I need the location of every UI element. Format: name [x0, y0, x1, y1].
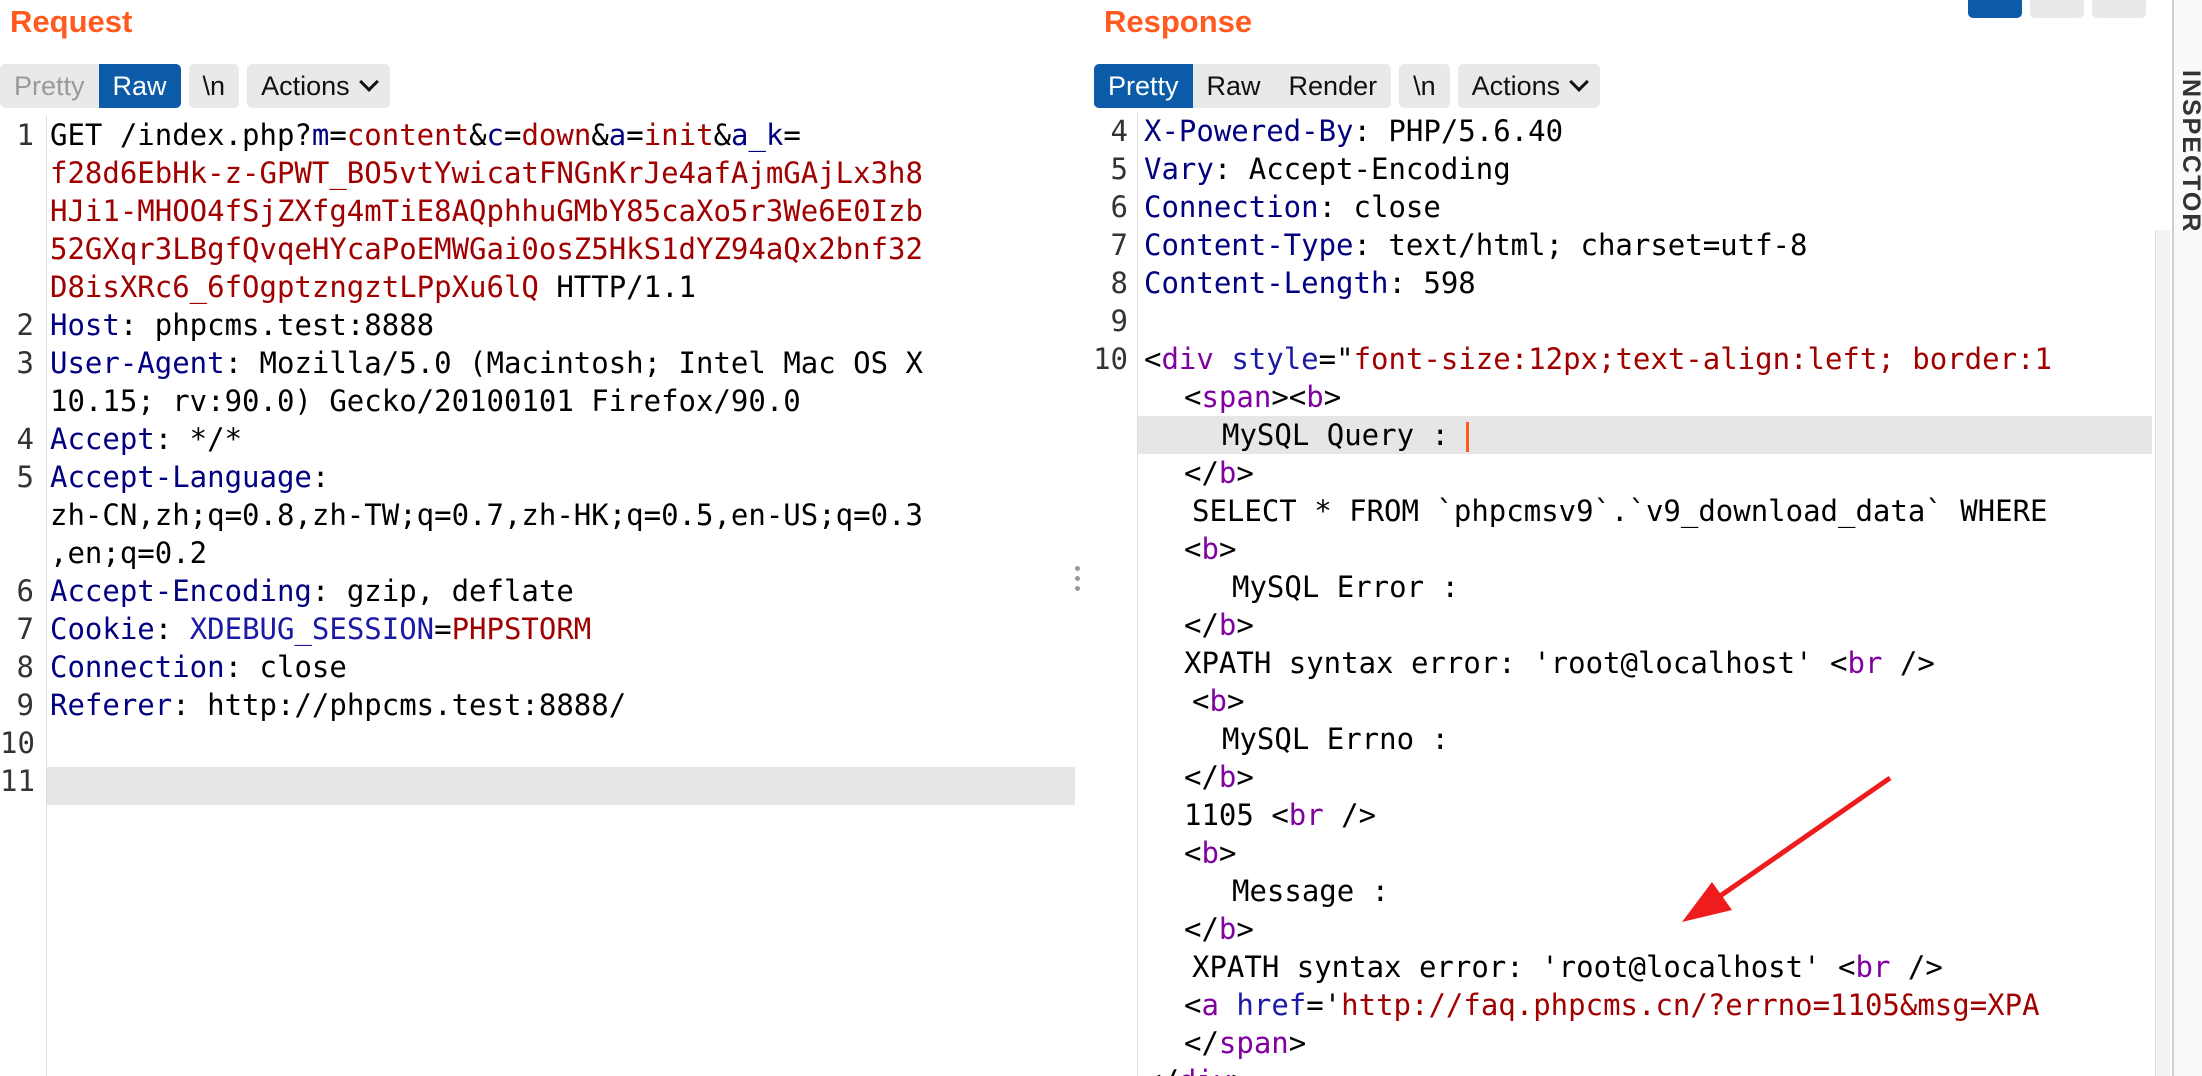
- request-line-wrap: 52GXqr3LBgfQvqeHYcaPoEMWGai0osZ5HkS1dYZ9…: [50, 232, 923, 266]
- line-number: 4: [16, 422, 34, 456]
- header-accept-language-wrap: ,en;q=0.2: [50, 536, 208, 570]
- chevron-down-icon: [1569, 72, 1590, 92]
- response-body-line: <div style="font-size:12px;text-align:le…: [1144, 342, 2052, 376]
- response-view-group: Pretty Raw Render: [1094, 64, 1392, 108]
- line-number: 8: [1110, 266, 1128, 300]
- header-host: Host: phpcms.test:8888: [50, 308, 435, 342]
- response-header: Vary: Accept-Encoding: [1144, 152, 1511, 186]
- request-pretty-button[interactable]: Pretty: [0, 64, 99, 108]
- response-editor[interactable]: 4 5 6 7 8 9 10 X-Powered-By: PHP/5.6.40 …: [1088, 112, 2152, 1076]
- response-body-line: <b>: [1184, 532, 1237, 566]
- layout-top-bottom-button[interactable]: [2030, 0, 2084, 18]
- response-pretty-button[interactable]: Pretty: [1094, 64, 1193, 108]
- response-raw-button[interactable]: Raw: [1192, 64, 1275, 108]
- response-body-line: XPATH syntax error: 'root@localhost' <br…: [1184, 646, 1935, 680]
- response-toolbar: Pretty Raw Render \n Actions: [1094, 64, 1601, 108]
- line-number: 9: [16, 688, 34, 722]
- request-view-group: Pretty Raw: [0, 64, 181, 108]
- request-toolbar: Pretty Raw \n Actions: [0, 64, 390, 108]
- request-line: GET /index.php?m=content&c=down&a=init&a…: [50, 118, 801, 152]
- current-line-highlight: [47, 767, 1075, 805]
- layout-tabs-button[interactable]: [2092, 0, 2146, 18]
- line-number: 4: [1110, 114, 1128, 148]
- line-number: 2: [16, 308, 34, 342]
- header-cookie: Cookie: XDEBUG_SESSION=PHPSTORM: [50, 612, 592, 646]
- response-actions-dropdown[interactable]: Actions: [1457, 64, 1601, 108]
- response-header: Content-Length: 598: [1144, 266, 1476, 300]
- response-title: Response: [1104, 4, 1253, 39]
- response-header: Content-Type: text/html; charset=utf-8: [1144, 228, 1808, 262]
- response-body-line: MySQL Error :: [1232, 570, 1459, 604]
- response-body-line: <a href='http://faq.phpcms.cn/?errno=110…: [1184, 988, 2040, 1022]
- response-header: X-Powered-By: PHP/5.6.40: [1144, 114, 1564, 148]
- response-body-line: MySQL Errno :: [1222, 722, 1449, 756]
- response-body-line: Message :: [1232, 874, 1390, 908]
- response-newline-toggle[interactable]: \n: [1399, 64, 1450, 108]
- header-accept-language-wrap: zh-CN,zh;q=0.8,zh-TW;q=0.7,zh-HK;q=0.5,e…: [50, 498, 923, 532]
- request-actions-label: Actions: [261, 70, 350, 101]
- response-body-line: </span>: [1184, 1026, 1307, 1060]
- response-body-line: </b>: [1184, 608, 1254, 642]
- response-body-line: 1105 <br />: [1184, 798, 1377, 832]
- request-line-wrap: HJi1-MHOO4fSjZXfg4mTiE8AQphhuGMbY85caXo5…: [50, 194, 923, 228]
- line-number: 7: [16, 612, 34, 646]
- line-number: 5: [16, 460, 34, 494]
- response-actions-label: Actions: [1471, 70, 1561, 101]
- line-number: 10: [0, 726, 35, 760]
- annotation-arrow-icon: [1682, 775, 1892, 922]
- line-number: 11: [0, 764, 35, 798]
- line-number: 5: [1110, 152, 1128, 186]
- chevron-down-icon: [358, 72, 379, 92]
- response-body-line: MySQL Query :: [1222, 416, 1470, 454]
- header-referer: Referer: http://phpcms.test:8888/: [50, 688, 627, 722]
- request-newline-toggle[interactable]: \n: [188, 64, 240, 108]
- request-title: Request: [10, 4, 133, 39]
- response-render-button[interactable]: Render: [1274, 64, 1392, 108]
- request-line-wrap: D8isXRc6_6fOgptzngztLPpXu6lQ HTTP/1.1: [50, 270, 697, 304]
- response-body-line: <b>: [1184, 836, 1237, 870]
- line-number: 10: [1093, 342, 1128, 376]
- request-editor[interactable]: 1 2 3 4 5 6 7 8 9 10 11 GET /index.php?m…: [0, 116, 1075, 1076]
- request-actions-dropdown[interactable]: Actions: [247, 64, 390, 108]
- line-number: 8: [16, 650, 34, 684]
- response-body-line: <b>: [1192, 684, 1245, 718]
- response-body-line: XPATH syntax error: 'root@localhost' <br…: [1192, 950, 1943, 984]
- header-connection: Connection: close: [50, 650, 347, 684]
- line-number: 9: [1110, 304, 1128, 338]
- response-body-line: <span><b>: [1184, 380, 1342, 414]
- response-scrollbar[interactable]: [2155, 230, 2170, 1076]
- request-raw-button[interactable]: Raw: [98, 64, 181, 108]
- line-number: 1: [16, 118, 34, 152]
- text-caret: [1466, 422, 1470, 452]
- response-body-line: </b>: [1184, 760, 1254, 794]
- header-accept-encoding: Accept-Encoding: gzip, deflate: [50, 574, 574, 608]
- response-body-line: SELECT * FROM `phpcmsv9`.`v9_download_da…: [1192, 494, 2048, 528]
- layout-side-by-side-button[interactable]: [1968, 0, 2022, 18]
- response-body-line: </b>: [1184, 456, 1254, 490]
- inspector-tab[interactable]: INSPECTOR: [2176, 70, 2202, 233]
- line-number: 7: [1110, 228, 1128, 262]
- header-accept-language: Accept-Language:: [50, 460, 330, 494]
- line-number: 6: [1110, 190, 1128, 224]
- line-number: 6: [16, 574, 34, 608]
- pane-resize-handle[interactable]: [1075, 566, 1081, 596]
- request-line-wrap: f28d6EbHk-z-GPWT_BO5vtYwicatFNGnKrJe4afA…: [50, 156, 923, 190]
- response-body-line: </b>: [1184, 912, 1254, 946]
- line-number: 3: [16, 346, 34, 380]
- response-header: Connection: close: [1144, 190, 1441, 224]
- response-body-line: </div>: [1144, 1062, 1249, 1076]
- header-user-agent: User-Agent: Mozilla/5.0 (Macintosh; Inte…: [50, 346, 923, 380]
- layout-switcher: [1968, 0, 2146, 18]
- header-user-agent-wrap: 10.15; rv:90.0) Gecko/20100101 Firefox/9…: [50, 384, 801, 418]
- header-accept: Accept: */*: [50, 422, 243, 456]
